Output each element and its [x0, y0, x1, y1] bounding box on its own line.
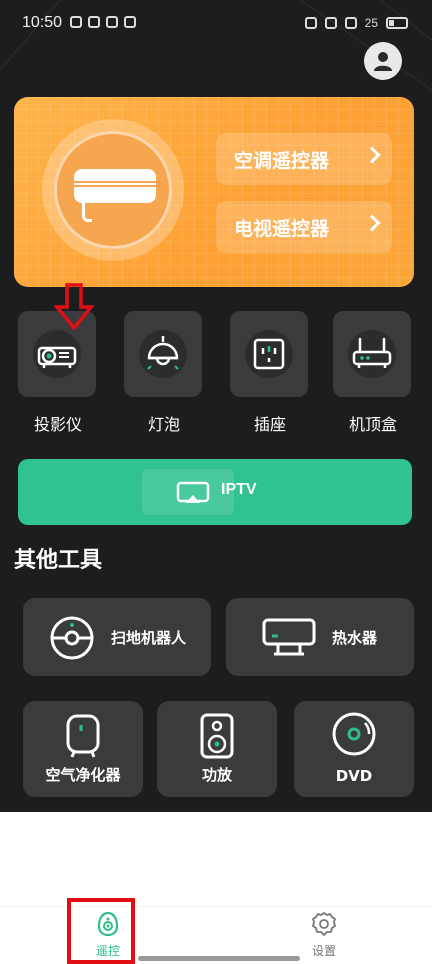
chevron-right-icon [363, 214, 381, 232]
highlight-annotation-box [67, 898, 135, 964]
system-icons: 25 [304, 16, 408, 30]
user-icon [374, 52, 392, 71]
disc-icon [332, 712, 376, 756]
status-bar: 10:50 25 [0, 0, 432, 48]
socket-icon [245, 330, 293, 378]
speaker-icon [200, 713, 234, 759]
water-heater-icon [262, 618, 316, 656]
cast-icon [176, 481, 210, 503]
device-label: 灯泡 [147, 415, 180, 434]
home-indicator[interactable] [138, 956, 300, 961]
iptv-label: IPTV [221, 481, 257, 498]
tool-label: 功放 [201, 766, 232, 784]
ac-remote-button[interactable]: 空调遥控器 [216, 133, 392, 185]
tool-label: 空气净化器 [45, 766, 121, 784]
device-tile[interactable] [333, 311, 411, 397]
device-label: 投影仪 [33, 415, 82, 434]
tool-water-heater[interactable]: 热水器 [226, 598, 414, 676]
tab-settings-label: 设置 [311, 944, 336, 958]
iptv-banner[interactable]: IPTV [18, 459, 412, 525]
profile-avatar[interactable] [364, 42, 402, 80]
ac-vent-line [74, 181, 156, 183]
notification-icon [106, 16, 118, 28]
status-time: 10:50 [22, 14, 63, 31]
tool-air-purifier[interactable]: 空气净化器 [23, 701, 143, 797]
gear-icon [312, 912, 336, 936]
tv-remote-button[interactable]: 电视遥控器 [216, 201, 392, 253]
battery-percent: 25 [364, 16, 378, 30]
tool-label: 扫地机器人 [111, 629, 187, 647]
device-set-top-box[interactable]: 机顶盒 [333, 311, 413, 435]
vibrate-icon [304, 17, 317, 29]
robot-vacuum-icon [50, 616, 94, 660]
tab-settings[interactable]: 设置 [292, 911, 356, 959]
device-socket[interactable]: 插座 [230, 311, 310, 435]
tool-label: 热水器 [332, 629, 378, 647]
notification-icon [88, 16, 100, 28]
ac-flap [82, 202, 92, 222]
notification-icons [70, 16, 136, 28]
other-tools-title: 其他工具 [14, 548, 103, 573]
tool-label: DVD [335, 767, 373, 785]
wifi-icon [344, 17, 357, 29]
app-page: 10:50 25 空调遥控器 电视遥控器 投影仪 灯泡 插座 机顶盒 IPTV … [0, 0, 432, 964]
ac-vent-line [74, 185, 156, 187]
device-label: 机顶盒 [348, 415, 397, 434]
tool-robot-vacuum[interactable]: 扫地机器人 [23, 598, 211, 676]
device-lamp[interactable]: 灯泡 [124, 311, 204, 435]
tv-remote-label: 电视遥控器 [234, 217, 330, 240]
down-arrow-annotation [54, 283, 94, 331]
device-label: 插座 [253, 415, 286, 434]
ac-remote-label: 空调遥控器 [234, 149, 330, 172]
notification-icon [124, 16, 136, 28]
signal-icon [324, 17, 337, 29]
air-purifier-icon [66, 714, 100, 758]
battery-icon [386, 17, 408, 29]
tool-dvd[interactable]: DVD [294, 701, 414, 797]
device-tile[interactable] [124, 311, 202, 397]
ac-remote-banner[interactable]: 空调遥控器 电视遥控器 [14, 97, 414, 287]
tool-amplifier[interactable]: 功放 [157, 701, 277, 797]
chevron-right-icon [363, 146, 381, 164]
device-tile[interactable] [230, 311, 308, 397]
router-icon [348, 330, 396, 378]
notification-icon [70, 16, 82, 28]
lamp-icon [139, 330, 187, 378]
projector-icon [33, 330, 81, 378]
